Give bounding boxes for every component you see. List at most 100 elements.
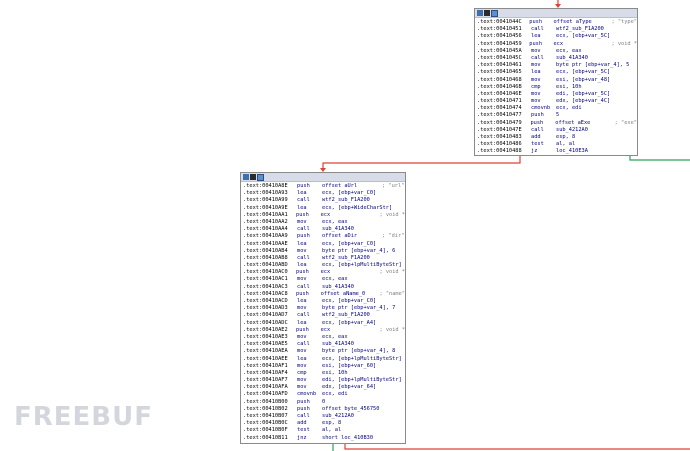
instruction-address: .text:00410AFA xyxy=(243,384,288,391)
instruction-line[interactable]: .text:00410AE5 call sub_41A340 xyxy=(243,341,405,348)
image-icon[interactable] xyxy=(250,174,256,180)
instruction-line[interactable]: .text:00410AA2 mov ecx, eax xyxy=(243,219,405,226)
instruction-line[interactable]: .text:00410AAE lea ecx, [ebp+var_C0] xyxy=(243,241,405,248)
instruction-line[interactable]: .text:00410A8E push offset aUrl ; "url" xyxy=(243,183,405,190)
instruction-line[interactable]: .text:00410AA9 push offset aDir ; "dir" xyxy=(243,233,405,240)
instruction-line[interactable]: .text:00410AC3 call sub_41A340 xyxy=(243,284,405,291)
instruction-line[interactable]: .text:00410A93 lea ecx, [ebp+var_C0] xyxy=(243,190,405,197)
instruction-line[interactable]: .text:00410459 push ecx ; void * xyxy=(477,41,637,48)
instruction-operand: wtf2_sub_F1A200 xyxy=(556,26,604,33)
instruction-line[interactable]: .text:00410AEE lea ecx, [ebp+lpMultiByteSt… xyxy=(243,356,405,363)
instruction-line[interactable]: .text:00410AD3 mov byte ptr [ebp+var_4], 7 xyxy=(243,305,405,312)
instruction-operand: offset aUrl xyxy=(322,183,358,189)
instruction-address: .text:00410AC3 xyxy=(243,283,288,290)
instruction-line[interactable]: .text:00410AA4 call sub_41A340 xyxy=(243,226,405,233)
instruction-line[interactable]: .text:0041047E call sub_4212A0 xyxy=(477,127,637,134)
instruction-operand: edx, [ebp+var_4C] xyxy=(556,98,611,105)
instruction-address: .text:00410B0C xyxy=(243,420,288,427)
instruction-line[interactable]: .text:00410B0F test al, al xyxy=(243,427,405,434)
instruction-line[interactable]: .text:00410AA1 push ecx ; void * xyxy=(243,212,405,219)
instruction-mnemonic: call xyxy=(531,26,544,33)
instruction-mnemonic: cmp xyxy=(531,83,541,90)
instruction-mnemonic: call xyxy=(297,413,310,419)
graph-overview-icon[interactable] xyxy=(477,10,483,16)
instruction-mnemonic: lea xyxy=(531,33,541,40)
instruction-operand: esi, [ebp+var_60] xyxy=(322,362,377,369)
instruction-line[interactable]: .text:00410451 call wtf2_sub_F1A200 xyxy=(477,26,637,33)
instruction-line[interactable]: .text:00410B11 jnz short loc_410B30 xyxy=(243,435,405,442)
instruction-address: .text:00410B00 xyxy=(243,398,288,405)
instruction-operand: ecx, edi xyxy=(556,105,582,112)
instruction-operand: ecx, [ebp+lpMultiByteStr] xyxy=(322,262,402,269)
instruction-mnemonic: cmovnb xyxy=(297,391,317,398)
instruction-operand: sub_41A340 xyxy=(322,341,354,348)
code-block-bottom[interactable]: .text:00410A8E push offset aUrl; "url" .tex… xyxy=(240,172,406,444)
instruction-address: .text:00410AD7 xyxy=(243,312,288,319)
instruction-line[interactable]: .text:00410ADC lea ecx, [ebp+var_A4] xyxy=(243,320,405,327)
graph-overview-icon[interactable] xyxy=(243,174,249,180)
instruction-line[interactable]: .text:00410AF4 cmp esi, 10h xyxy=(243,370,405,377)
instruction-comment: ; "type" xyxy=(611,19,637,25)
instruction-line[interactable]: .text:00410B0C add esp, 8 xyxy=(243,420,405,427)
instruction-line[interactable]: .text:00410A9E lea ecx, [ebp+WideCharStr] xyxy=(243,205,405,212)
instruction-line[interactable]: .text:00410AE3 mov ecx, eax xyxy=(243,334,405,341)
instruction-address: .text:00410B02 xyxy=(243,405,288,412)
instruction-line[interactable]: .text:00410488 jz loc_410E3A xyxy=(477,148,637,155)
instruction-line[interactable]: .text:0041044C push offset aType ; "type" xyxy=(477,19,637,26)
instruction-line[interactable]: .text:00410AEA mov byte ptr [ebp+var_4], 8 xyxy=(243,348,405,355)
instruction-line[interactable]: .text:0041045C call sub_41A340 xyxy=(477,55,637,62)
instruction-line[interactable]: .text:0041046B cmp esi, 10h xyxy=(477,84,637,91)
instruction-line[interactable]: .text:00410B02 push offset byte_456750 xyxy=(243,406,405,413)
instruction-line[interactable]: .text:00410AB8 call wtf2_sub_F1A200 xyxy=(243,255,405,262)
instruction-line[interactable]: .text:00410465 lea ecx, [ebp+var_5C] xyxy=(477,69,637,76)
instruction-address: .text:00410AA9 xyxy=(243,233,288,240)
instruction-line[interactable]: .text:0041045A mov ecx, eax xyxy=(477,48,637,55)
instruction-operand: al, al xyxy=(556,141,576,148)
instruction-line[interactable]: .text:00410479 push offset aExe ; "exe" xyxy=(477,120,637,127)
instruction-line[interactable]: .text:00410461 mov byte ptr [ebp+var_4], 5 xyxy=(477,62,637,69)
instruction-line[interactable]: .text:0041046E mov edi, [ebp+var_5C] xyxy=(477,91,637,98)
instruction-operand: ecx, eax xyxy=(322,333,348,340)
instruction-mnemonic: test xyxy=(531,141,544,148)
instruction-line[interactable]: .text:00410AF7 mov edi, [ebp+lpMultiByteSt… xyxy=(243,377,405,384)
instruction-line[interactable]: .text:00410AC1 mov ecx, eax xyxy=(243,276,405,283)
instruction-operand: ecx, [ebp+var_C0] xyxy=(322,190,377,197)
grid-icon[interactable] xyxy=(257,173,264,181)
instruction-line[interactable]: .text:00410AD7 call wtf2_sub_F1A200 xyxy=(243,312,405,319)
instruction-line[interactable]: .text:00410AC8 push offset aName_0 ; "name" xyxy=(243,291,405,298)
instruction-operand: offset aName_0 xyxy=(320,290,366,297)
instruction-line[interactable]: .text:00410483 add esp, 8 xyxy=(477,134,637,141)
instruction-line[interactable]: .text:00410ACD lea ecx, [ebp+var_C0] xyxy=(243,298,405,305)
instruction-line[interactable]: .text:00410474 cmovnb ecx, edi xyxy=(477,105,637,112)
instruction-line[interactable]: .text:00410ABD lea ecx, [ebp+lpMultiByteSt… xyxy=(243,262,405,269)
instruction-line[interactable]: .text:00410B07 call sub_4212A0 xyxy=(243,413,405,420)
instruction-line[interactable]: .text:00410456 lea ecx, [ebp+var_5C] xyxy=(477,33,637,40)
instruction-line[interactable]: .text:00410AF1 mov esi, [ebp+var_60] xyxy=(243,363,405,370)
image-icon[interactable] xyxy=(484,10,490,16)
code-block-top[interactable]: .text:0041044C push offset aType; "type" .t… xyxy=(474,8,638,156)
instruction-address: .text:00410486 xyxy=(477,141,522,148)
instruction-line[interactable]: .text:00410AFD cmovnb ecx, edi xyxy=(243,391,405,398)
instruction-address: .text:0041045A xyxy=(477,47,522,54)
instruction-line[interactable]: .text:00410471 mov edx, [ebp+var_4C] xyxy=(477,98,637,105)
instruction-mnemonic: lea xyxy=(297,319,307,326)
instruction-line[interactable]: .text:00410AB4 mov byte ptr [ebp+var_4], 6 xyxy=(243,248,405,255)
instruction-line[interactable]: .text:00410AC0 push ecx ; void * xyxy=(243,269,405,276)
instruction-operand: offset aType xyxy=(553,19,592,25)
instruction-address: .text:00410B07 xyxy=(243,413,288,419)
instruction-mnemonic: lea xyxy=(531,69,541,76)
instruction-line[interactable]: .text:00410B00 push 0 xyxy=(243,399,405,406)
grid-icon[interactable] xyxy=(491,9,498,17)
instruction-address: .text:00410488 xyxy=(477,148,522,155)
instruction-line[interactable]: .text:00410AE2 push ecx ; void * xyxy=(243,327,405,334)
instruction-operand: byte ptr [ebp+var_4], 7 xyxy=(322,305,396,312)
instruction-line[interactable]: .text:00410A99 call wtf2_sub_F1A200 xyxy=(243,197,405,204)
instruction-address: .text:00410AF4 xyxy=(243,369,288,376)
instruction-mnemonic: mov xyxy=(297,305,307,312)
instruction-line[interactable]: .text:00410477 push 5 xyxy=(477,112,637,119)
instruction-line[interactable]: .text:00410468 mov esi, [ebp+var_48] xyxy=(477,77,637,84)
instruction-line[interactable]: .text:00410486 test al, al xyxy=(477,141,637,148)
block-header xyxy=(241,173,405,182)
instruction-line[interactable]: .text:00410AFA mov edx, [ebp+var_64] xyxy=(243,384,405,391)
instruction-mnemonic: cmovnb xyxy=(531,105,551,112)
